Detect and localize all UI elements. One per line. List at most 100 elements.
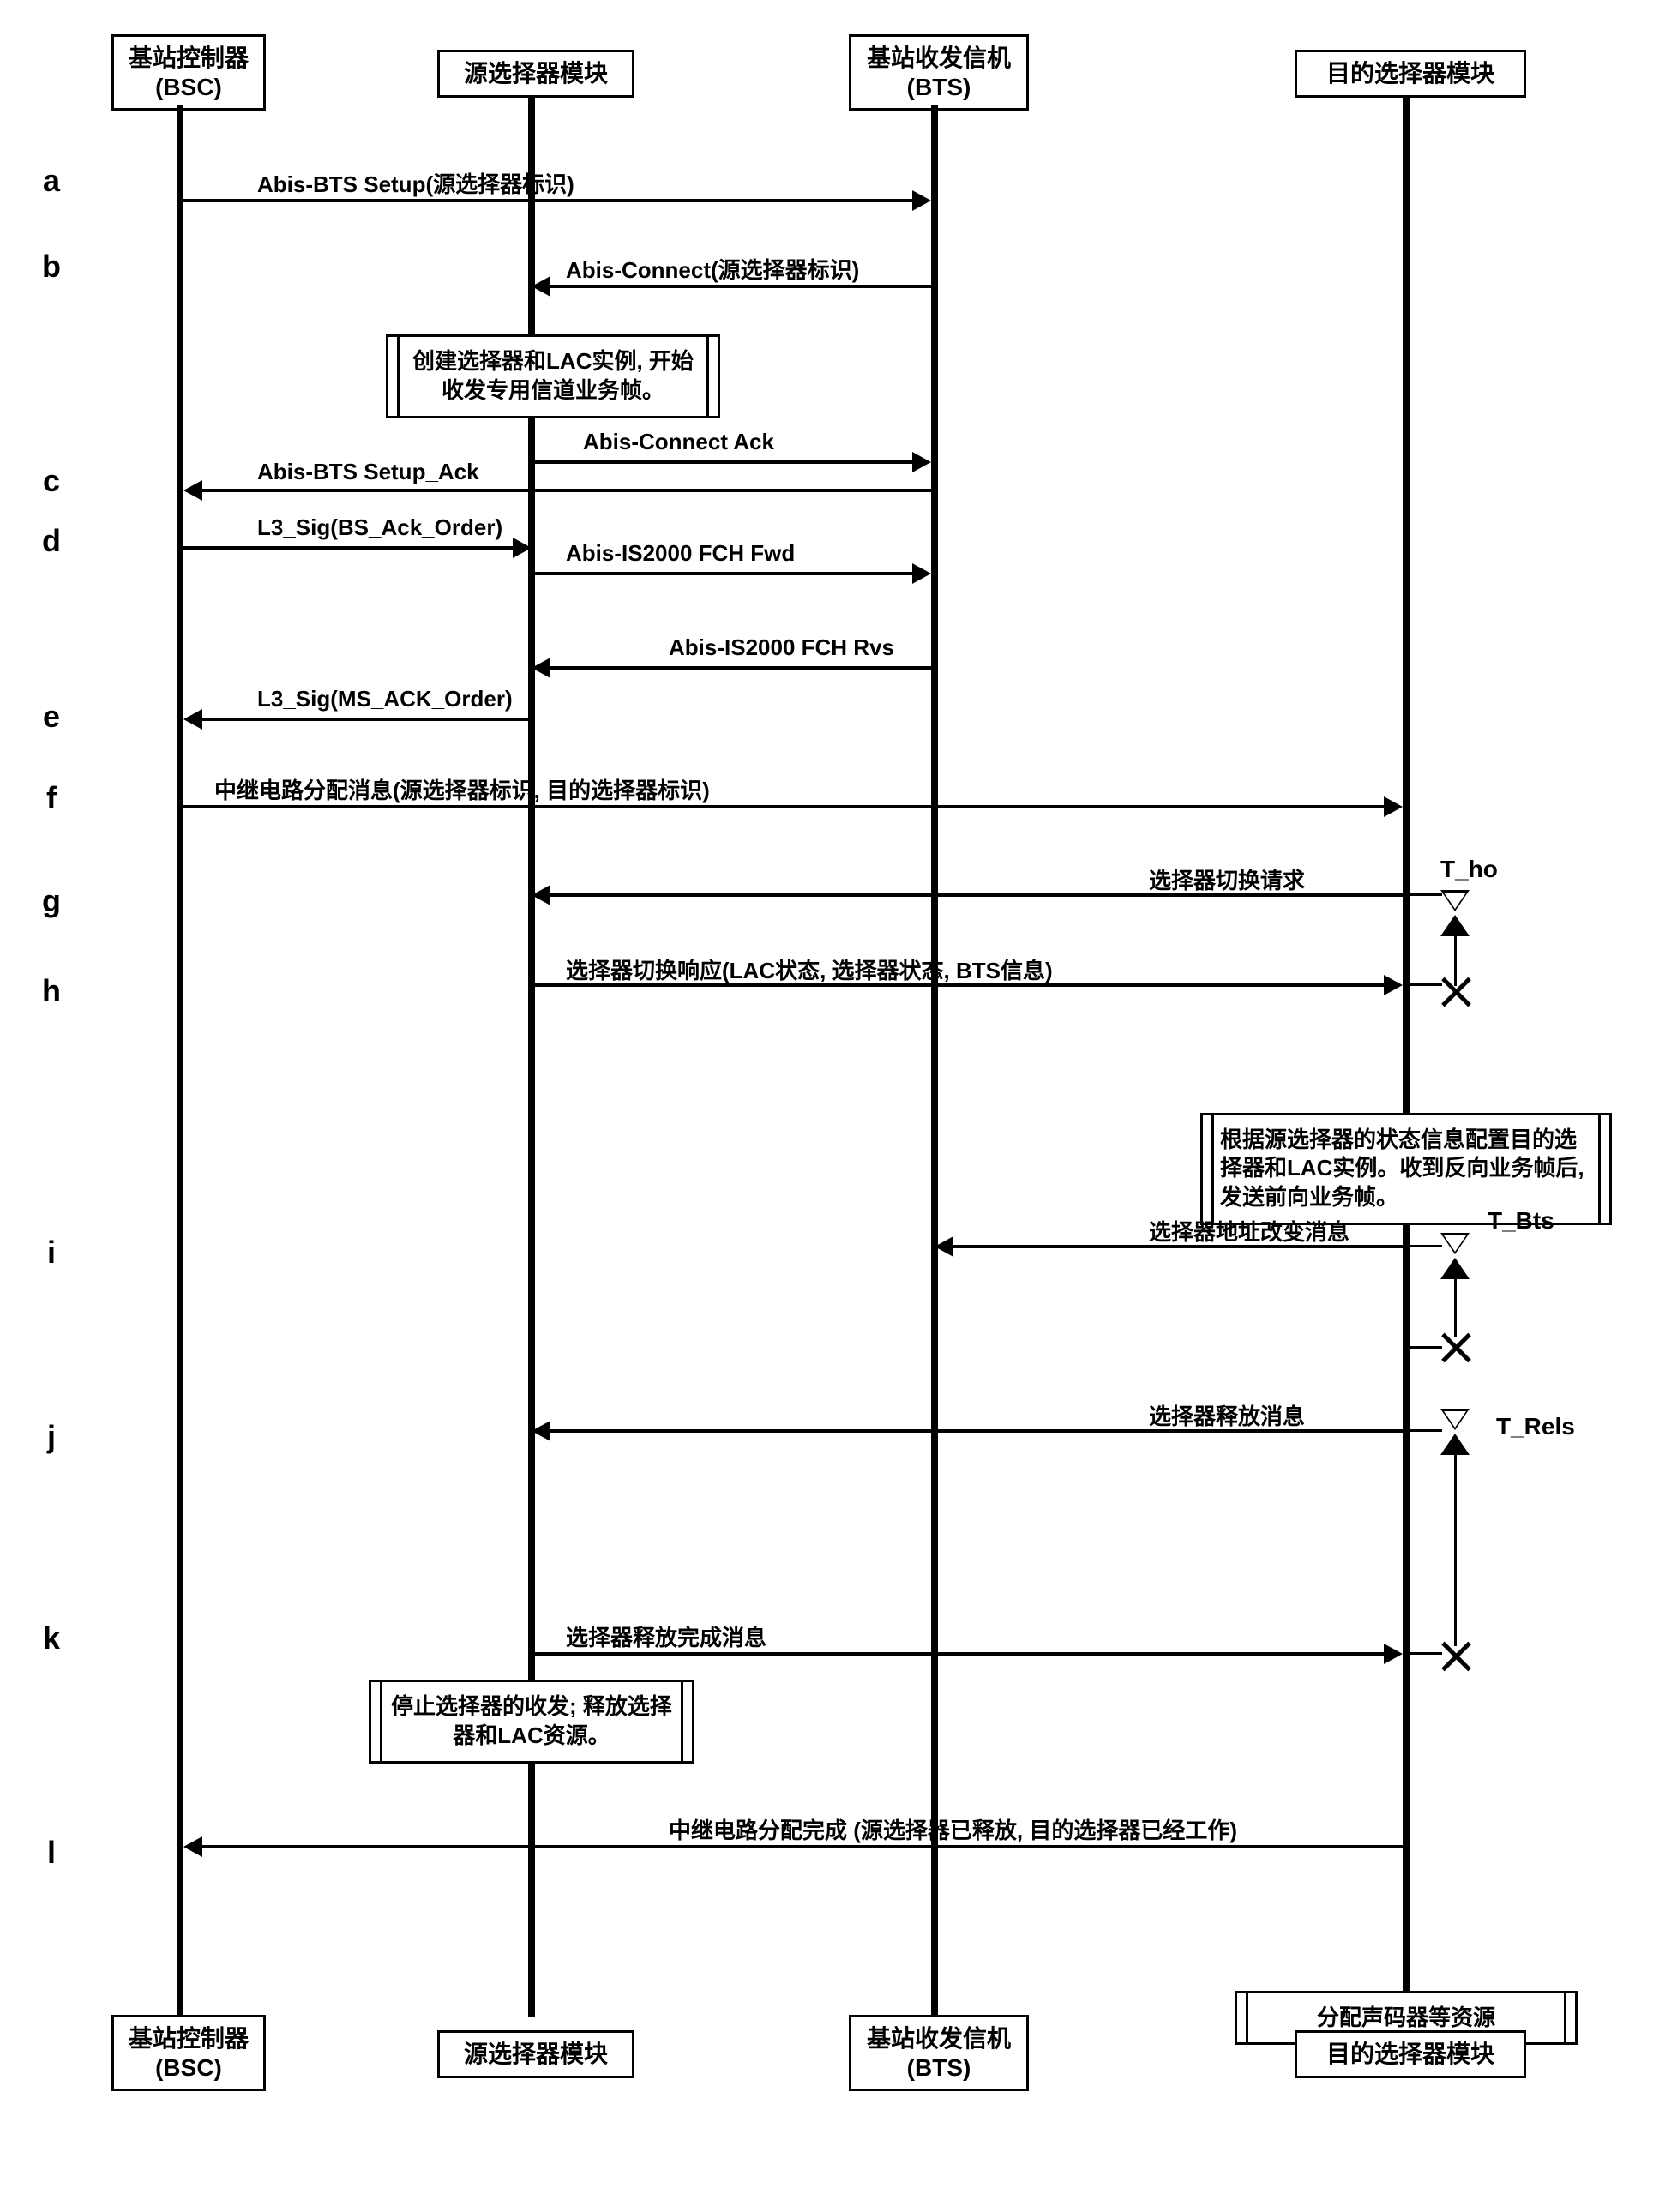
timer-tho-label: T_ho — [1440, 856, 1498, 883]
arrowhead-i — [935, 1236, 953, 1257]
sequence-diagram: 基站控制器 (BSC) 源选择器模块 基站收发信机 (BTS) 目的选择器模块 … — [17, 34, 1646, 2178]
step-label-f: f — [34, 780, 69, 816]
step-label-e: e — [34, 699, 69, 735]
note-stop-release: 停止选择器的收发; 释放选择器和LAC资源。 — [369, 1680, 694, 1764]
participant-label: 基站控制器 — [126, 44, 251, 73]
message-k: 选择器释放完成消息 — [566, 1620, 766, 1652]
participant-dst-top: 目的选择器模块 — [1295, 50, 1526, 98]
step-label-k: k — [34, 1620, 69, 1656]
participant-label: 基站收发信机 — [863, 44, 1014, 73]
arrowhead-c1 — [912, 452, 931, 472]
arrowhead-c2 — [183, 480, 202, 501]
arrow-d1 — [183, 546, 518, 550]
note-create-selector: 创建选择器和LAC实例, 开始收发专用信道业务帧。 — [386, 334, 720, 418]
participant-bts-top: 基站收发信机 (BTS) — [849, 34, 1029, 111]
arrowhead-b — [532, 276, 550, 297]
step-label-g: g — [34, 883, 69, 919]
note-text: 分配声码器等资源 — [1317, 2005, 1495, 2030]
arrow-k — [535, 1652, 1385, 1656]
step-label-b: b — [34, 249, 69, 285]
message-d1: L3_Sig(BS_Ack_Order) — [257, 514, 502, 541]
participant-sublabel: (BTS) — [863, 2053, 1014, 2083]
timer-tbts-bot-branch — [1410, 1346, 1442, 1349]
note-text: 根据源选择器的状态信息配置目的选择器和LAC实例。收到反向业务帧后, 发送前向业… — [1220, 1127, 1584, 1211]
arrow-e — [201, 718, 535, 721]
step-label-a: a — [34, 163, 69, 199]
arrowhead-h — [1384, 975, 1403, 995]
participant-sublabel: (BTS) — [863, 73, 1014, 102]
message-j: 选择器释放消息 — [1149, 1399, 1305, 1431]
participant-src-top: 源选择器模块 — [437, 50, 634, 98]
message-i: 选择器地址改变消息 — [1149, 1215, 1349, 1247]
arrowhead-f — [1384, 796, 1403, 817]
step-label-c: c — [34, 463, 69, 499]
timer-tbts-stop-icon — [1439, 1331, 1473, 1365]
message-g: 选择器切换请求 — [1149, 863, 1305, 895]
participant-label: 目的选择器模块 — [1309, 2040, 1512, 2069]
arrowhead-d3 — [532, 658, 550, 678]
participant-sublabel: (BSC) — [126, 73, 251, 102]
step-label-j: j — [34, 1419, 69, 1455]
message-l: 中继电路分配完成 (源选择器已释放, 目的选择器已经工作) — [669, 1813, 1237, 1845]
arrowhead-d2 — [912, 563, 931, 584]
participant-dst-bottom: 目的选择器模块 — [1295, 2030, 1526, 2078]
lifeline-bts — [931, 105, 938, 2017]
participant-label: 基站控制器 — [126, 2024, 251, 2053]
arrow-c2 — [201, 489, 938, 492]
participant-bts-bottom: 基站收发信机 (BTS) — [849, 2015, 1029, 2091]
note-text: 停止选择器的收发; 释放选择器和LAC资源。 — [391, 1693, 672, 1748]
timer-trels-label: T_Rels — [1496, 1413, 1575, 1440]
arrowhead-a — [912, 190, 931, 211]
participant-bsc-bottom: 基站控制器 (BSC) — [111, 2015, 266, 2091]
participant-sublabel: (BSC) — [126, 2053, 251, 2083]
timer-trels-stop-icon — [1439, 1639, 1473, 1674]
message-h: 选择器切换响应(LAC状态, 选择器状态, BTS信息) — [566, 953, 1053, 985]
arrowhead-d1 — [513, 538, 532, 558]
timer-trels-connector — [1454, 1453, 1457, 1646]
participant-label: 源选择器模块 — [452, 59, 620, 88]
message-a: Abis-BTS Setup(源选择器标识) — [257, 167, 574, 199]
step-label-h: h — [34, 973, 69, 1009]
arrowhead-k — [1384, 1644, 1403, 1664]
arrow-g — [549, 893, 1410, 897]
arrowhead-l — [183, 1836, 202, 1857]
message-d2: Abis-IS2000 FCH Fwd — [566, 540, 795, 567]
arrow-l — [201, 1845, 1410, 1848]
timer-tho-start-icon — [1440, 892, 1470, 935]
participant-label: 基站收发信机 — [863, 2024, 1014, 2053]
arrow-a — [183, 199, 923, 202]
message-c2: Abis-BTS Setup_Ack — [257, 459, 479, 485]
arrowhead-j — [532, 1421, 550, 1441]
arrowhead-e — [183, 709, 202, 730]
timer-tbts-top-branch — [1410, 1245, 1442, 1247]
timer-tbts-connector — [1454, 1277, 1457, 1337]
participant-label: 源选择器模块 — [452, 2040, 620, 2069]
note-text: 创建选择器和LAC实例, 开始收发专用信道业务帧。 — [412, 348, 694, 403]
timer-tbts-start-icon — [1440, 1235, 1470, 1277]
step-label-d: d — [34, 523, 69, 559]
message-f: 中继电路分配消息(源选择器标识, 目的选择器标识) — [214, 773, 710, 805]
timer-tho-stop-icon — [1439, 975, 1473, 1009]
arrow-d2 — [535, 572, 912, 575]
timer-trels-top-branch — [1410, 1429, 1442, 1432]
arrow-d3 — [549, 666, 938, 670]
arrowhead-g — [532, 885, 550, 905]
timer-tho-top-branch — [1410, 893, 1442, 896]
message-b: Abis-Connect(源选择器标识) — [566, 253, 859, 285]
arrow-c1 — [535, 460, 912, 464]
timer-tho-bot-branch — [1410, 983, 1442, 986]
arrow-j — [549, 1429, 1410, 1433]
arrow-h — [535, 983, 1385, 987]
participant-src-bottom: 源选择器模块 — [437, 2030, 634, 2078]
participant-label: 目的选择器模块 — [1309, 59, 1512, 88]
timer-trels-start-icon — [1440, 1410, 1470, 1453]
lifeline-dst — [1403, 96, 1410, 2017]
arrow-b — [549, 285, 938, 288]
message-e: L3_Sig(MS_ACK_Order) — [257, 686, 513, 712]
timer-tbts-label: T_Bts — [1488, 1207, 1554, 1235]
arrow-f — [183, 805, 1387, 808]
message-d3: Abis-IS2000 FCH Rvs — [669, 634, 894, 661]
message-c1: Abis-Connect Ack — [583, 429, 774, 455]
step-label-l: l — [34, 1835, 69, 1871]
step-label-i: i — [34, 1235, 69, 1271]
